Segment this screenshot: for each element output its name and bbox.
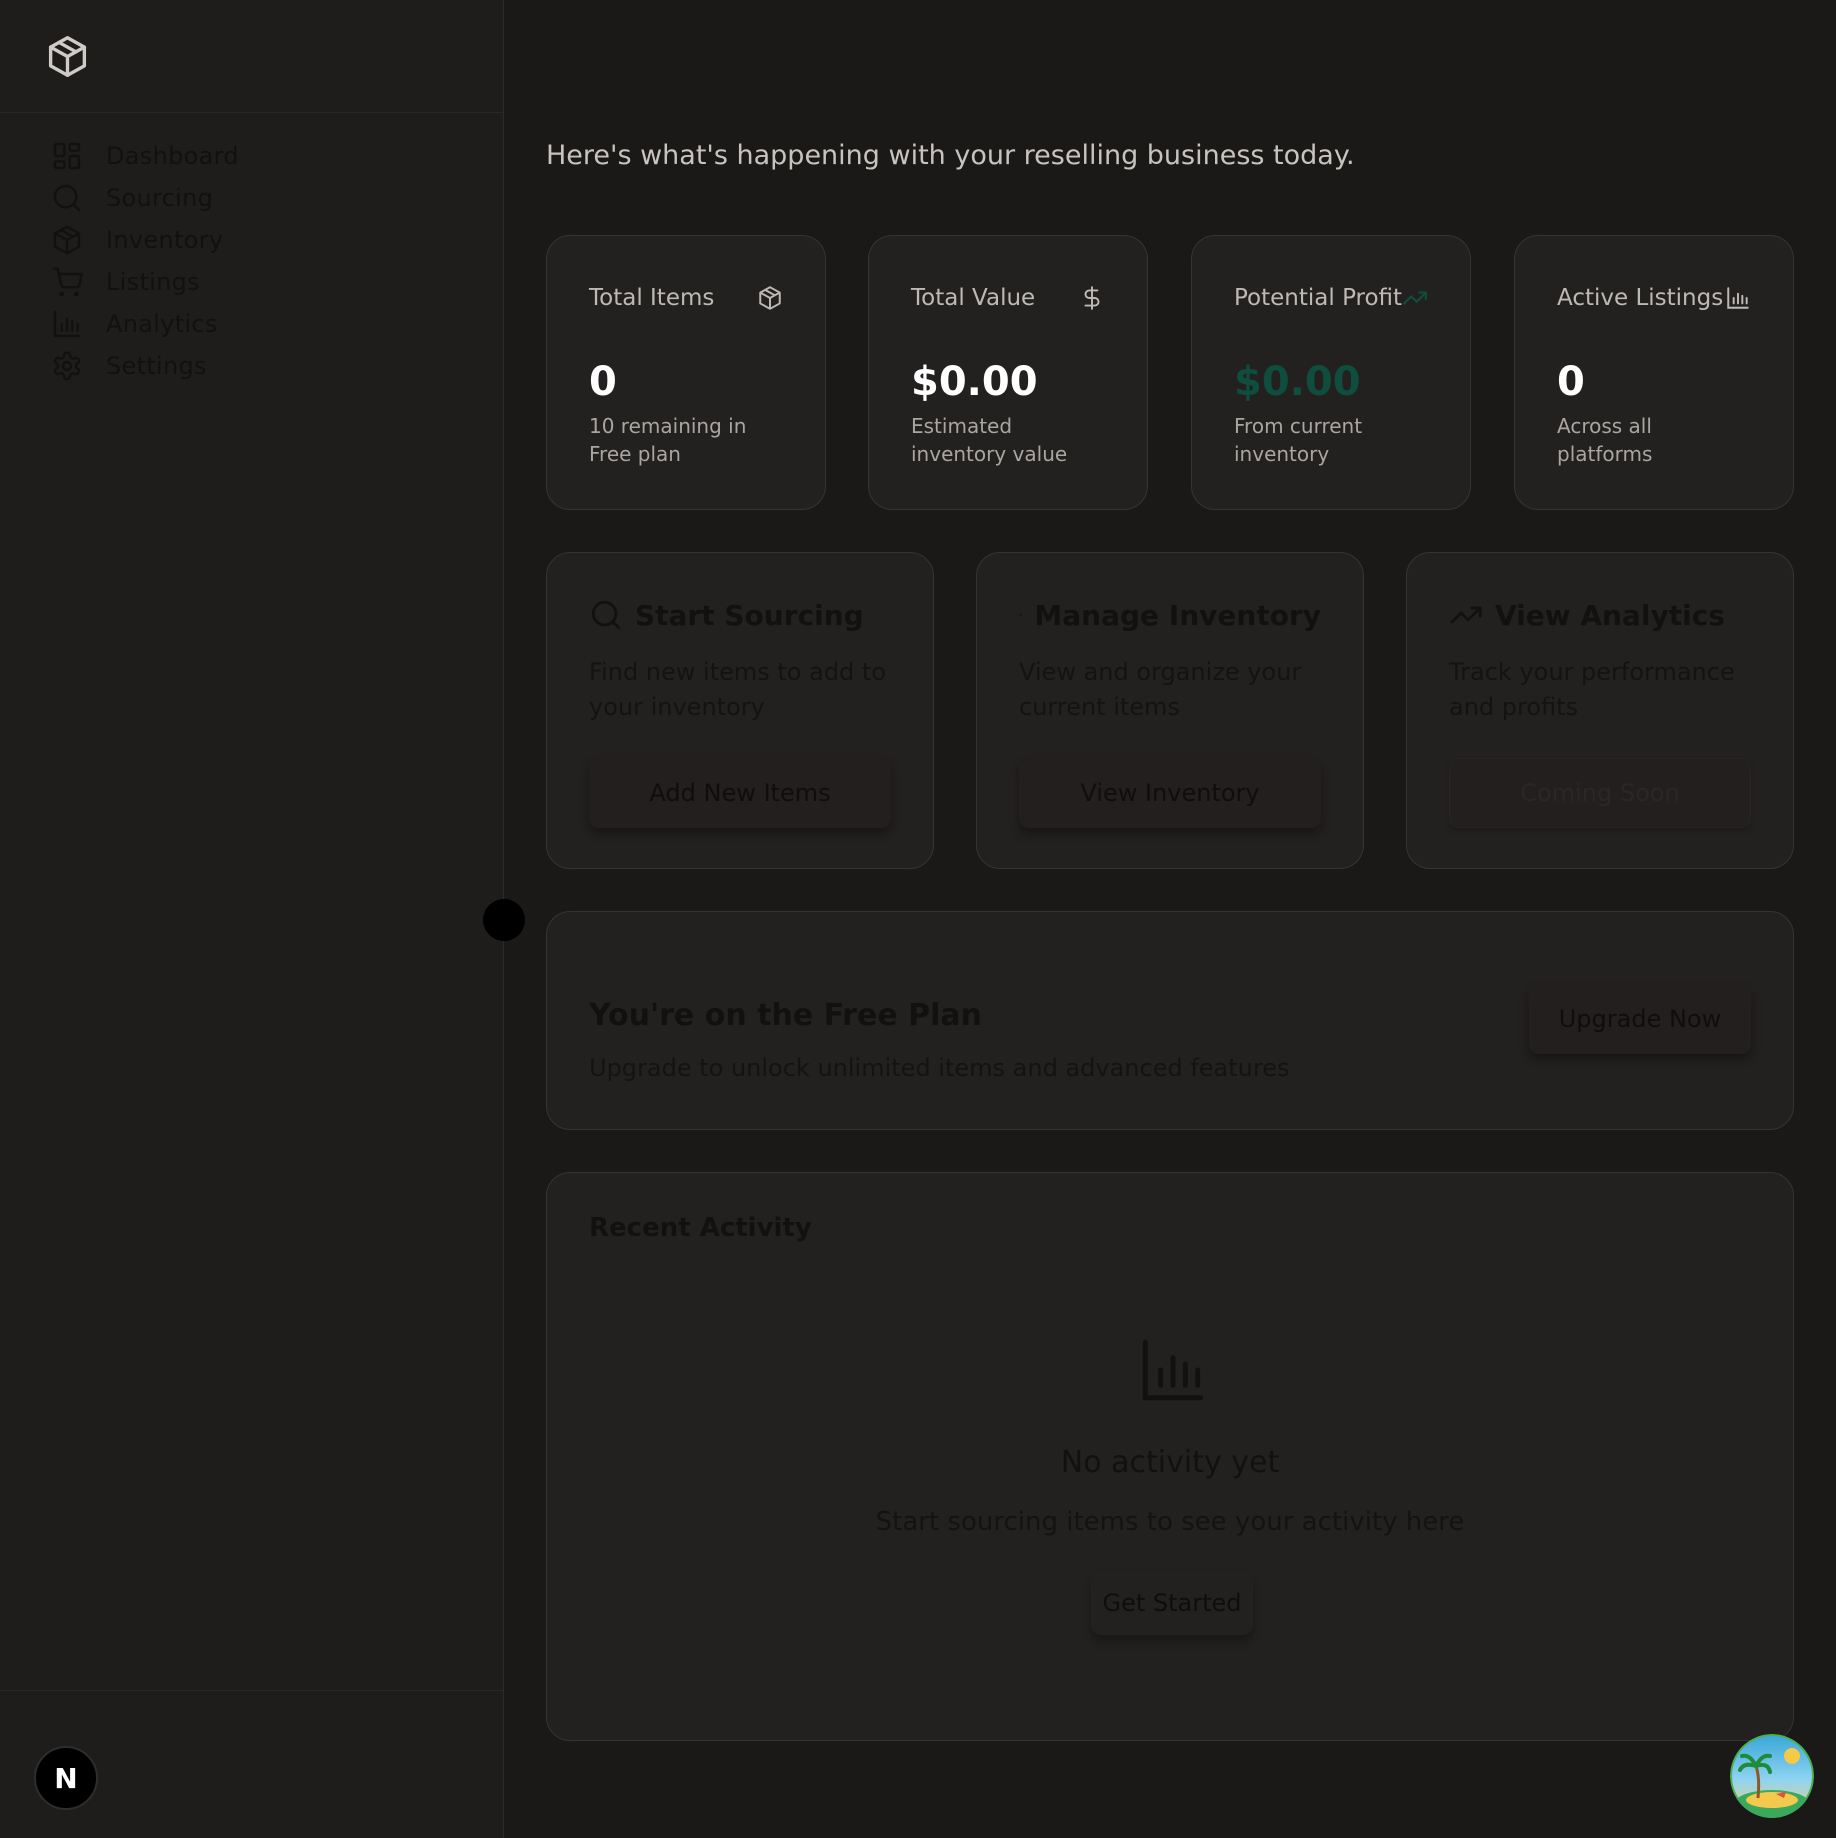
stat-note: Estimated inventory value	[911, 414, 1068, 466]
sidebar: Dashboard Sourcing Inventory Listings An…	[0, 0, 504, 1838]
add-new-items-button[interactable]: Add New Items	[589, 758, 891, 828]
layout-grid-icon	[50, 139, 84, 173]
stat-value: 0	[1557, 359, 1585, 405]
action-title: Start Sourcing	[635, 598, 864, 632]
sidebar-item-inventory[interactable]: Inventory	[50, 219, 503, 261]
action-card-view-analytics: View Analytics Track your performance an…	[1406, 552, 1794, 869]
free-plan-banner: You're on the Free Plan Upgrade to unloc…	[546, 911, 1794, 1130]
stat-title: Active Listings	[1557, 285, 1724, 311]
recent-activity-title: Recent Activity	[589, 1213, 812, 1243]
package-icon	[1019, 613, 1023, 617]
sidebar-item-listings[interactable]: Listings	[50, 261, 503, 303]
sidebar-item-sourcing[interactable]: Sourcing	[50, 177, 503, 219]
sidebar-item-settings[interactable]: Settings	[50, 345, 503, 387]
search-icon	[591, 600, 621, 630]
stat-value: $0.00	[911, 359, 1038, 405]
package-icon[interactable]	[45, 34, 90, 79]
view-inventory-button[interactable]: View Inventory	[1019, 758, 1321, 828]
bar-chart-icon	[1725, 285, 1751, 311]
trending-up-icon	[1450, 606, 1482, 624]
dollar-icon	[1079, 285, 1105, 311]
sidebar-collapse-handle[interactable]	[483, 899, 525, 941]
shopping-cart-icon	[50, 265, 84, 299]
stat-card-total-value: Total Value $0.00 Estimated inventory va…	[868, 235, 1148, 510]
trending-up-icon	[1402, 285, 1428, 311]
sidebar-item-label: Listings	[106, 268, 200, 296]
stat-note: Across all platforms	[1557, 414, 1653, 466]
action-description: Find new items to add to your inventory	[589, 658, 887, 721]
get-started-button[interactable]: Get Started	[1091, 1571, 1253, 1635]
page-subtitle: Here's what's happening with your resell…	[546, 140, 1355, 171]
action-title: Manage Inventory	[1034, 598, 1321, 632]
stat-title: Total Value	[911, 285, 1036, 311]
sidebar-footer: N	[0, 1690, 503, 1838]
empty-state-title: No activity yet	[1060, 1445, 1280, 1480]
action-description: Track your performance and profits	[1449, 658, 1735, 721]
package-icon	[50, 223, 84, 257]
bar-chart-icon	[50, 307, 84, 341]
sidebar-item-label: Dashboard	[106, 142, 239, 170]
avatar[interactable]: N	[34, 1746, 98, 1810]
stat-card-potential-profit: Potential Profit $0.00 From current inve…	[1191, 235, 1471, 510]
sidebar-item-label: Sourcing	[106, 184, 214, 212]
beach-widget-icon[interactable]	[1730, 1734, 1814, 1818]
action-description: View and organize your current items	[1019, 658, 1302, 721]
sidebar-header	[0, 0, 503, 113]
sidebar-item-dashboard[interactable]: Dashboard	[50, 135, 503, 177]
sidebar-item-analytics[interactable]: Analytics	[50, 303, 503, 345]
gear-icon	[50, 349, 84, 383]
empty-state-description: Start sourcing items to see your activit…	[875, 1507, 1465, 1537]
action-card-start-sourcing: Start Sourcing Find new items to add to …	[546, 552, 934, 869]
sidebar-nav: Dashboard Sourcing Inventory Listings An…	[0, 113, 503, 387]
stat-note: 10 remaining in Free plan	[589, 414, 747, 466]
action-title: View Analytics	[1495, 598, 1725, 632]
package-icon	[757, 285, 783, 311]
stat-value: $0.00	[1234, 359, 1361, 405]
stat-value: 0	[589, 359, 617, 405]
coming-soon-button[interactable]: Coming Soon	[1449, 758, 1751, 828]
sidebar-item-label: Analytics	[106, 310, 218, 338]
app: Dashboard Sourcing Inventory Listings An…	[0, 0, 1836, 1838]
sidebar-item-label: Settings	[106, 352, 207, 380]
sidebar-item-label: Inventory	[106, 226, 224, 254]
upgrade-now-button[interactable]: Upgrade Now	[1529, 984, 1751, 1054]
stat-note: From current inventory	[1234, 414, 1363, 466]
stat-title: Potential Profit	[1234, 285, 1403, 311]
plan-description: Upgrade to unlock unlimited items and ad…	[589, 1054, 1290, 1082]
stat-title: Total Items	[589, 285, 715, 311]
stat-card-active-listings: Active Listings 0 Across all platforms	[1514, 235, 1794, 510]
bar-chart-icon	[1142, 1339, 1204, 1401]
recent-activity-card: Recent Activity No activity yet Start so…	[546, 1172, 1794, 1741]
search-icon	[50, 181, 84, 215]
plan-title: You're on the Free Plan	[589, 998, 982, 1033]
action-card-manage-inventory: Manage Inventory View and organize your …	[976, 552, 1364, 869]
stat-card-total-items: Total Items 0 10 remaining in Free plan	[546, 235, 826, 510]
